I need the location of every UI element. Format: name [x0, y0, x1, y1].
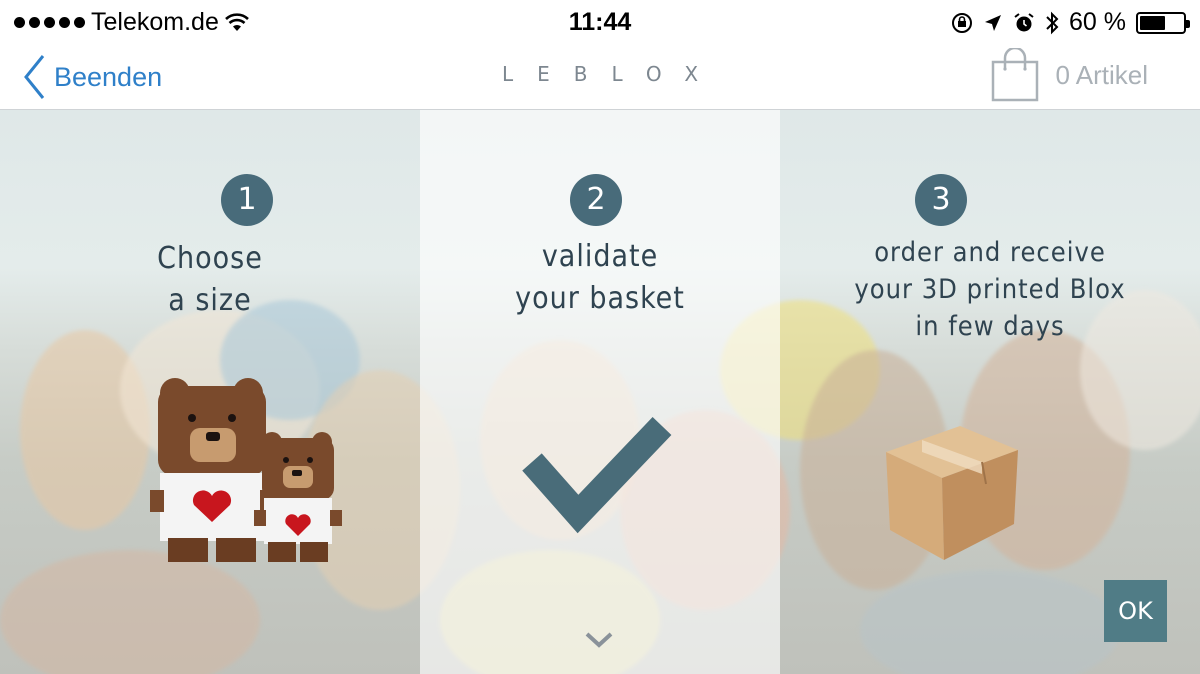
- step-3-line-1: order and receive: [874, 237, 1106, 268]
- step-2-line-2: your basket: [515, 281, 685, 316]
- step-3-number: 3: [915, 174, 967, 226]
- shopping-bag-icon: [991, 48, 1038, 102]
- step-3-text: order and receive your 3D printed Blox i…: [780, 234, 1200, 345]
- chevron-down-icon[interactable]: [584, 630, 614, 650]
- battery-icon: [1136, 11, 1190, 34]
- step-1-text: Choose a size: [0, 238, 420, 322]
- bluetooth-icon: [1046, 11, 1059, 34]
- checkmark-icon: [522, 417, 672, 534]
- step-2-line-1: validate: [541, 239, 659, 274]
- status-right: 60 %: [951, 8, 1190, 37]
- step-1-number: 1: [221, 174, 273, 226]
- rotation-lock-icon: [952, 12, 973, 33]
- cart-button[interactable]: 0 Artikel: [990, 48, 1149, 102]
- step-1-line-1: Choose: [157, 241, 263, 276]
- cart-count: 0 Artikel: [1055, 59, 1149, 90]
- location-arrow-icon: [985, 14, 1002, 31]
- battery-level: [1140, 15, 1166, 30]
- step-1-line-2: a size: [168, 283, 252, 318]
- teddy-bears-icon: [150, 378, 342, 562]
- battery-percentage: 60 %: [1069, 8, 1126, 36]
- navigation-bar: Beenden LEBLOX 0 Artikel: [0, 44, 1200, 110]
- status-bar: Telekom.de 11:44 60 %: [0, 0, 1200, 44]
- step-3-line-3: in few days: [915, 311, 1065, 342]
- step-3-line-2: your 3D printed Blox: [854, 274, 1126, 305]
- step-1-column: 1 Choose a size: [0, 110, 420, 674]
- step-2-text: validate your basket: [420, 236, 780, 320]
- alarm-icon: [1014, 12, 1034, 31]
- onboarding-panel: 1 Choose a size 2 validate your basket 3…: [0, 110, 1200, 674]
- step-2-column: 2 validate your basket: [420, 110, 780, 674]
- step-2-number: 2: [570, 174, 622, 226]
- ok-button[interactable]: OK: [1104, 580, 1167, 642]
- cardboard-box-icon: [886, 426, 1018, 560]
